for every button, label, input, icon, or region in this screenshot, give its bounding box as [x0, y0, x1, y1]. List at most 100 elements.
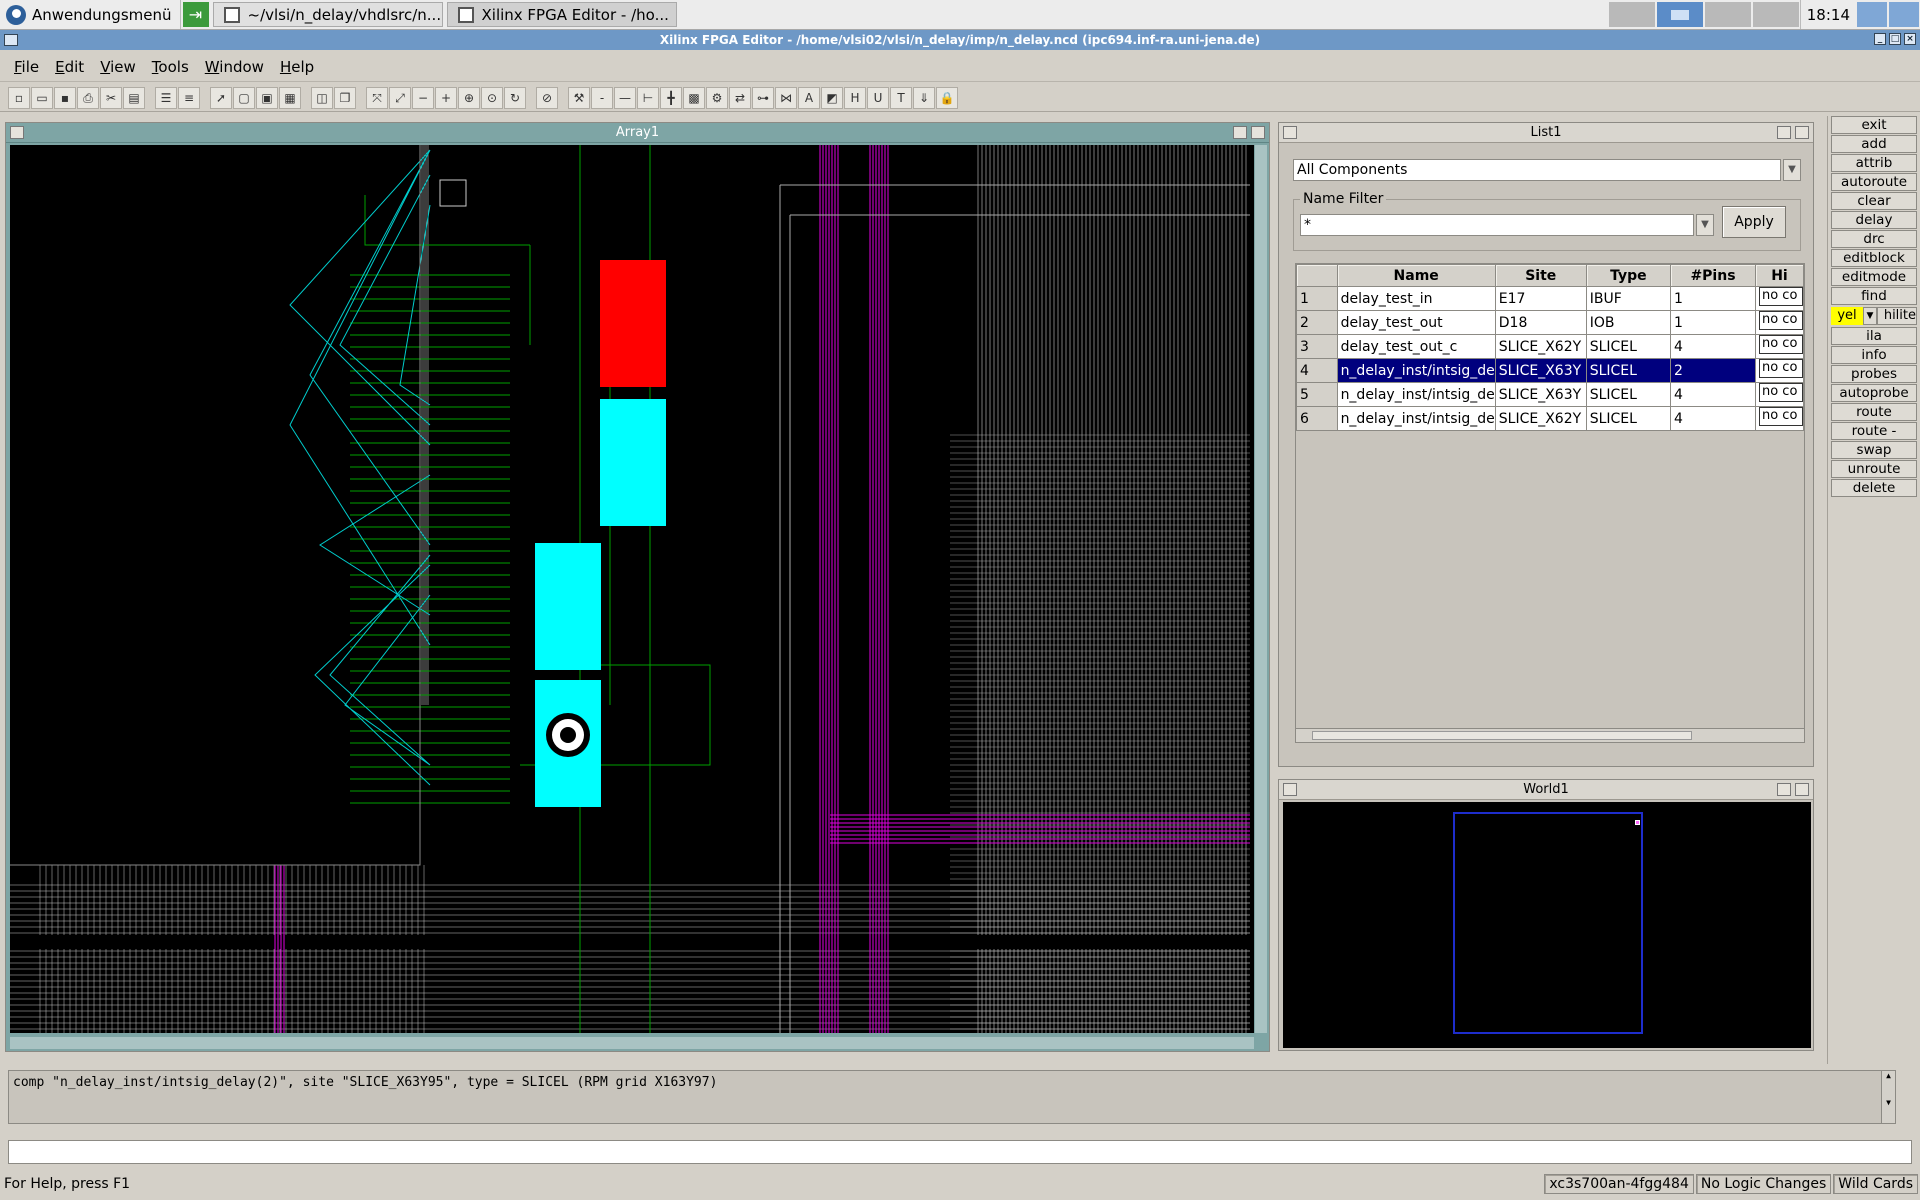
workspace-1[interactable]	[1608, 2, 1655, 27]
cell-type[interactable]: IBUF	[1585, 286, 1672, 311]
cell-type[interactable]: SLICEL	[1585, 358, 1672, 383]
save-icon[interactable]: ▪	[54, 86, 76, 109]
cell-num[interactable]: 2	[1296, 310, 1338, 335]
paste-icon[interactable]: ▤	[123, 86, 145, 109]
world-viewport-box[interactable]	[1453, 812, 1643, 1034]
cell-num[interactable]: 3	[1296, 334, 1338, 359]
world-titlebar[interactable]: World1	[1279, 780, 1813, 800]
cell-type[interactable]: SLICEL	[1585, 382, 1672, 407]
hilite-select[interactable]: no co	[1758, 335, 1803, 354]
u-icon[interactable]: U	[867, 86, 889, 109]
cell-pins[interactable]: 4	[1670, 382, 1756, 407]
hilite-select[interactable]: no co	[1758, 359, 1803, 378]
zoom-out-icon[interactable]: −	[412, 86, 434, 109]
probe-icon[interactable]: ◩	[821, 86, 843, 109]
tile-icon[interactable]: ◫	[311, 86, 333, 109]
panel-maximize-icon[interactable]	[1795, 126, 1809, 139]
grid-icon[interactable]: ▩	[683, 86, 705, 109]
cell-site[interactable]: SLICE_X62Y	[1494, 406, 1587, 431]
table-row[interactable]: 5 n_delay_inst/intsig_de SLICE_X63Y SLICEL 4…	[1296, 382, 1804, 407]
tools-icon[interactable]: ⚒	[568, 86, 590, 109]
world-overview-canvas[interactable]	[1283, 802, 1811, 1048]
menu-window[interactable]: Window	[197, 58, 272, 76]
cell-name[interactable]: n_delay_inst/intsig_de	[1336, 406, 1496, 431]
cell-hilite[interactable]: no co	[1754, 382, 1804, 407]
col-header-pins[interactable]: #Pins	[1670, 264, 1756, 287]
cmd-delay-button[interactable]: delay	[1831, 211, 1917, 229]
cell-type[interactable]: SLICEL	[1585, 406, 1672, 431]
minus-icon[interactable]: -	[591, 86, 613, 109]
table-row[interactable]: 1 delay_test_in E17 IBUF 1 no co	[1296, 286, 1804, 311]
cmd-find-button[interactable]: find	[1831, 287, 1917, 305]
text-icon[interactable]: A	[798, 86, 820, 109]
array-titlebar[interactable]: Array1	[6, 123, 1269, 143]
chevron-down-icon[interactable]: ▼	[1863, 307, 1877, 325]
new-icon[interactable]: ▫	[8, 86, 30, 109]
wire-icon[interactable]: —	[614, 86, 636, 109]
route-icon[interactable]: ╋	[660, 86, 682, 109]
minimize-icon[interactable]: _	[1874, 33, 1886, 45]
panel-maximize-icon[interactable]	[1795, 783, 1809, 796]
menu-tools[interactable]: Tools	[144, 58, 197, 76]
array-horizontal-scrollbar[interactable]	[10, 1037, 1254, 1049]
cell-pins[interactable]: 4	[1670, 406, 1756, 431]
down-icon[interactable]: ⇓	[913, 86, 935, 109]
cell-name[interactable]: n_delay_inst/intsig_de	[1336, 382, 1496, 407]
apply-button[interactable]: Apply	[1722, 206, 1786, 238]
cmd-route-button[interactable]: route	[1831, 403, 1917, 421]
cell-site[interactable]: D18	[1494, 310, 1587, 335]
cmd-editmode-button[interactable]: editmode	[1831, 268, 1917, 286]
cmd-drc-button[interactable]: drc	[1831, 230, 1917, 248]
name-filter-input[interactable]: *	[1300, 214, 1694, 236]
hilite-select[interactable]: no co	[1758, 383, 1803, 402]
hilite-control[interactable]: yel ▼ hilite	[1831, 307, 1917, 325]
gear-icon[interactable]: ⚙	[706, 86, 728, 109]
cell-hilite[interactable]: no co	[1754, 406, 1804, 431]
task-terminal[interactable]: ~/vlsi/n_delay/vhdlsrc/n...	[212, 2, 443, 27]
redraw-icon[interactable]: ↻	[504, 86, 526, 109]
cell-pins[interactable]: 4	[1670, 334, 1756, 359]
window-menu-icon[interactable]	[4, 34, 18, 46]
h-icon[interactable]: H	[844, 86, 866, 109]
open-icon[interactable]: ▭	[31, 86, 53, 109]
cell-name[interactable]: delay_test_out_c	[1336, 334, 1496, 359]
panel-menu-icon[interactable]	[1283, 783, 1297, 796]
menu-edit[interactable]: Edit	[47, 58, 92, 76]
cmd-autoprobe-button[interactable]: autoprobe	[1831, 384, 1917, 402]
cell-site[interactable]: SLICE_X63Y	[1494, 382, 1587, 407]
cell-type[interactable]: IOB	[1585, 310, 1672, 335]
workspace-2[interactable]	[1656, 2, 1703, 27]
cell-name[interactable]: delay_test_in	[1336, 286, 1496, 311]
cmd-probes-button[interactable]: probes	[1831, 365, 1917, 383]
cmd-route-fanout-button[interactable]: route -fanout	[1831, 422, 1917, 455]
cell-num[interactable]: 5	[1296, 382, 1338, 407]
window-titlebar[interactable]: Xilinx FPGA Editor - /home/vlsi02/vlsi/n…	[0, 30, 1920, 50]
col-header-name[interactable]: Name	[1336, 264, 1496, 287]
cmd-clear-button[interactable]: clear	[1831, 192, 1917, 210]
cell-pins[interactable]: 2	[1670, 358, 1756, 383]
list-icon[interactable]: ☰	[155, 86, 177, 109]
cmd-attrib-button[interactable]: attrib	[1831, 154, 1917, 172]
panel-minimize-icon[interactable]	[1777, 126, 1791, 139]
panel-maximize-icon[interactable]	[1251, 126, 1265, 139]
swap-icon[interactable]: ⇄	[729, 86, 751, 109]
hilite-select[interactable]: no co	[1758, 407, 1803, 426]
col-header-hilite[interactable]: Hi	[1754, 264, 1804, 287]
workspace-4[interactable]	[1752, 2, 1799, 27]
cmd-hilite-button[interactable]: hilite	[1877, 307, 1917, 325]
command-input[interactable]	[8, 1140, 1912, 1164]
cell-site[interactable]: SLICE_X63Y	[1494, 358, 1587, 383]
hilite-select[interactable]: no co	[1758, 311, 1803, 330]
table-icon[interactable]: ▦	[279, 86, 301, 109]
table-row[interactable]: 2 delay_test_out D18 IOB 1 no co	[1296, 310, 1804, 335]
panel-minimize-icon[interactable]	[1233, 126, 1247, 139]
print-icon[interactable]: ⎙	[77, 86, 99, 109]
maximize-icon[interactable]: □	[1889, 33, 1901, 45]
network-icon[interactable]	[1857, 2, 1887, 27]
zoom-fit-icon[interactable]: ⤧	[366, 86, 388, 109]
pin-icon[interactable]: ⊢	[637, 86, 659, 109]
cell-pins[interactable]: 1	[1670, 286, 1756, 311]
list2-icon[interactable]: ≡	[178, 86, 200, 109]
workspace-3[interactable]	[1704, 2, 1751, 27]
table-row[interactable]: 4 n_delay_inst/intsig_de SLICE_X63Y SLICEL 2…	[1296, 358, 1804, 383]
